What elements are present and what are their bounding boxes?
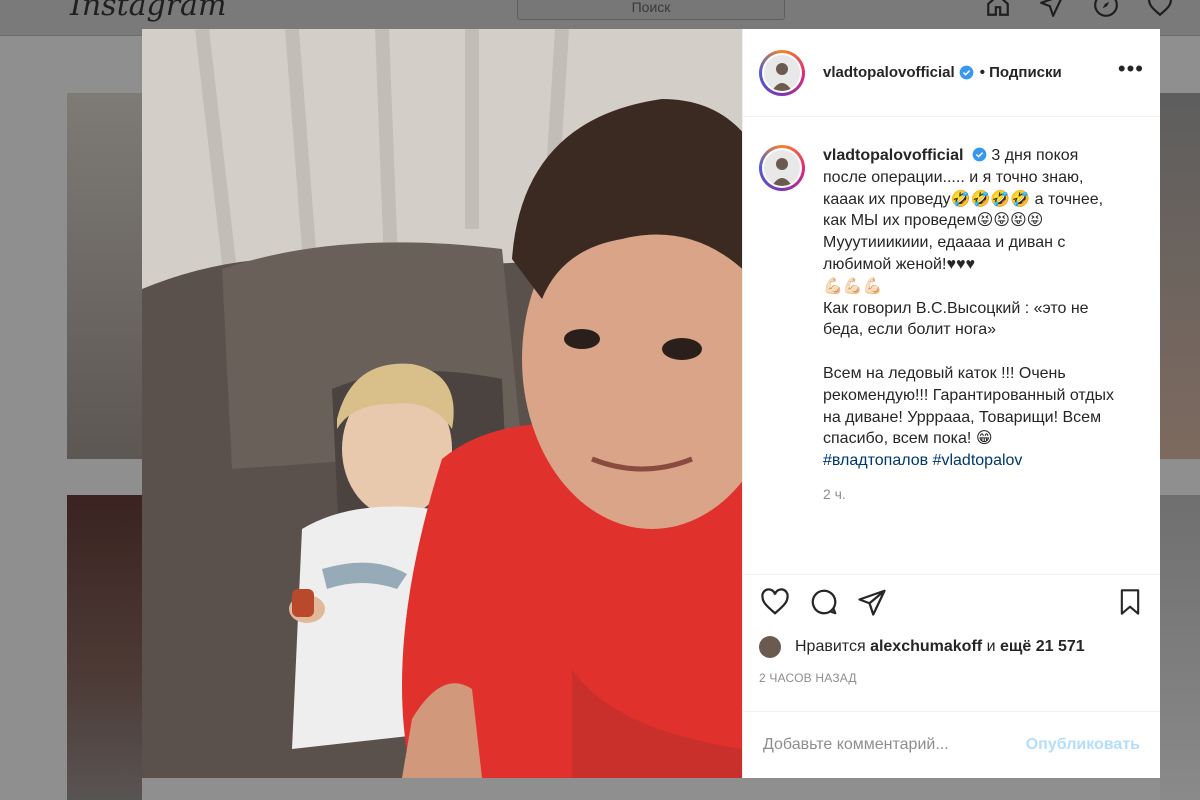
- grid-tile-left-bottom[interactable]: [67, 495, 142, 800]
- caption-line: Всем на ледовый каток !!! Очень рекоменд…: [823, 364, 1115, 448]
- search-input[interactable]: Поиск: [517, 0, 785, 20]
- caption-text: vladtopalovofficial 3 дня покоя после оп…: [823, 145, 1123, 506]
- comments-area: vladtopalovofficial 3 дня покоя после оп…: [743, 117, 1160, 574]
- comment-input[interactable]: [763, 736, 1026, 754]
- grid-tile-left-top[interactable]: [67, 93, 142, 459]
- activity-heart-icon[interactable]: [1147, 0, 1173, 18]
- following-button[interactable]: • Подписки: [980, 64, 1062, 81]
- likes-count-link[interactable]: ещё 21 571: [1000, 638, 1085, 656]
- likes-connector: и: [986, 638, 996, 655]
- verified-badge-icon: [972, 147, 987, 162]
- comment-bubble-icon[interactable]: [809, 587, 839, 622]
- more-options-icon[interactable]: •••: [1118, 57, 1144, 82]
- grid-tile-right-bottom[interactable]: [1160, 495, 1200, 800]
- avatar-image: [764, 150, 800, 186]
- post-caption: vladtopalovofficial 3 дня покоя после оп…: [759, 145, 1144, 506]
- caption-line: 💪🏻💪🏻💪🏻: [823, 277, 883, 295]
- publish-button[interactable]: Опубликовать: [1026, 736, 1140, 754]
- top-nav-icons: [985, 0, 1173, 18]
- hashtags: #владтопалов #vladtopalov: [823, 452, 1022, 469]
- photo-illustration: [142, 29, 742, 778]
- save-bookmark-icon[interactable]: [1116, 587, 1144, 622]
- post-modal: vladtopalovofficial • Подписки ••• vladt…: [142, 29, 1160, 778]
- home-icon[interactable]: [985, 0, 1011, 18]
- caption-time[interactable]: 2 ч.: [823, 484, 1123, 506]
- avatar-image: [764, 54, 800, 91]
- post-photo[interactable]: [142, 29, 742, 778]
- explore-icon[interactable]: [1093, 0, 1119, 18]
- caption-line: Как говорил В.С.Высоцкий : «это не беда,…: [823, 299, 1089, 339]
- caption-username[interactable]: vladtopalovofficial: [823, 147, 963, 164]
- author-username[interactable]: vladtopalovofficial: [823, 64, 955, 81]
- share-direct-icon[interactable]: [857, 587, 887, 622]
- author-avatar[interactable]: [759, 49, 805, 96]
- comment-form: Опубликовать: [743, 711, 1160, 778]
- instagram-logo[interactable]: Instagram: [70, 0, 226, 23]
- grid-tile-right-top[interactable]: [1160, 93, 1200, 459]
- liker-avatar[interactable]: [759, 636, 781, 658]
- caption-author-avatar[interactable]: [759, 145, 805, 191]
- post-header: vladtopalovofficial • Подписки •••: [743, 29, 1160, 117]
- like-heart-icon[interactable]: [759, 587, 791, 622]
- post-side-panel: vladtopalovofficial • Подписки ••• vladt…: [742, 29, 1160, 778]
- action-icons-row: [759, 575, 1144, 633]
- hashtag-link[interactable]: #владтопалов: [823, 452, 928, 469]
- liker-username[interactable]: alexchumakoff: [870, 638, 982, 656]
- verified-badge-icon: [959, 65, 974, 80]
- likes-summary: Нравится alexchumakoff и ещё 21 571: [759, 633, 1144, 661]
- hashtag-link[interactable]: #vladtopalov: [933, 452, 1023, 469]
- post-date[interactable]: 2 ЧАСОВ НАЗАД: [759, 671, 1144, 697]
- direct-icon[interactable]: [1039, 0, 1065, 18]
- caption-line: Мууутииикиии, едаааа и диван с любимой ж…: [823, 234, 1066, 273]
- likes-prefix: Нравится: [795, 638, 866, 655]
- post-actions: Нравится alexchumakoff и ещё 21 571 2 ЧА…: [743, 574, 1160, 697]
